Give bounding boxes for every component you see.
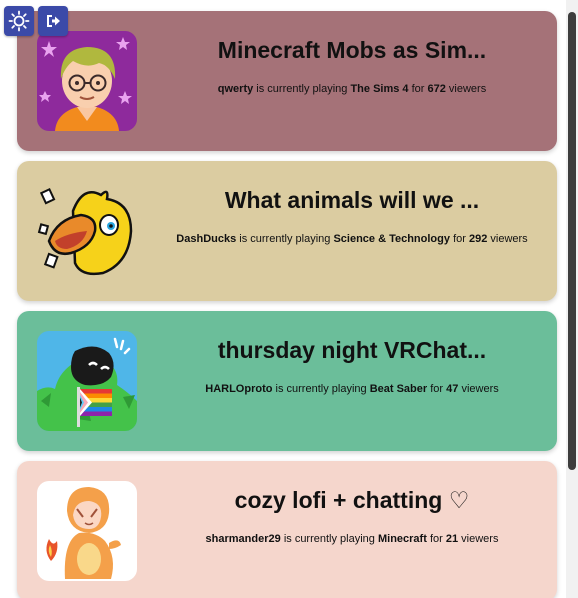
for-label: for — [453, 233, 466, 245]
streamer-name: qwerty — [217, 83, 254, 95]
streamer-name: HARLOproto — [205, 383, 273, 395]
stream-card[interactable]: cozy lofi + chatting ♡ sharmander29 is c… — [17, 461, 557, 598]
stream-card[interactable]: What animals will we ... DashDucks is cu… — [17, 161, 557, 301]
game-name: Minecraft — [377, 533, 427, 545]
stream-list-page: Minecraft Mobs as Sim... qwerty is curre… — [0, 0, 578, 598]
viewers-label: viewers — [490, 233, 528, 245]
playing-label: is currently playing — [256, 83, 348, 95]
streamer-name: sharmander29 — [205, 533, 281, 545]
game-name: Beat Saber — [369, 383, 428, 395]
stream-title: cozy lofi + chatting ♡ — [234, 487, 470, 513]
for-label: for — [430, 383, 444, 395]
stream-info: DashDucks is currently playing Science &… — [147, 233, 557, 245]
logout-button[interactable] — [38, 6, 68, 36]
stream-info: sharmander29 is currently playing Minecr… — [147, 533, 557, 545]
vertical-scrollbar[interactable] — [566, 0, 578, 598]
protogen-avatar — [37, 331, 137, 431]
stream-info: HARLOproto is currently playing Beat Sab… — [147, 383, 557, 395]
viewer-count: 292 — [468, 233, 488, 245]
logout-icon — [47, 15, 60, 27]
sun-icon — [8, 10, 30, 32]
stream-card[interactable]: thursday night VRChat... HARLOproto is c… — [17, 311, 557, 451]
stream-card-list: Minecraft Mobs as Sim... qwerty is curre… — [17, 11, 557, 598]
playing-label: is currently playing — [275, 383, 367, 395]
theme-toggle-button[interactable] — [4, 6, 34, 36]
scrollbar-thumb[interactable] — [568, 12, 576, 470]
playing-label: is currently playing — [239, 233, 331, 245]
viewer-count: 21 — [445, 533, 459, 545]
stream-title: Minecraft Mobs as Sim... — [217, 37, 487, 63]
stream-title: thursday night VRChat... — [217, 337, 487, 363]
viewers-label: viewers — [448, 83, 487, 95]
playing-label: is currently playing — [283, 533, 375, 545]
top-toolbar — [4, 6, 68, 36]
stream-info: qwerty is currently playing The Sims 4 f… — [147, 83, 557, 95]
nerd-character-avatar — [37, 31, 137, 131]
viewers-label: viewers — [461, 383, 499, 395]
game-name: Science & Technology — [333, 233, 450, 245]
charmander-costume-avatar — [37, 481, 137, 581]
stream-card[interactable]: Minecraft Mobs as Sim... qwerty is curre… — [17, 11, 557, 151]
stream-title: What animals will we ... — [224, 187, 480, 213]
for-label: for — [429, 533, 443, 545]
duck-avatar — [37, 181, 137, 281]
streamer-name: DashDucks — [176, 233, 237, 245]
viewers-label: viewers — [461, 533, 499, 545]
for-label: for — [411, 83, 425, 95]
viewer-count: 672 — [427, 83, 446, 95]
viewer-count: 47 — [446, 383, 459, 395]
game-name: The Sims 4 — [350, 83, 409, 95]
